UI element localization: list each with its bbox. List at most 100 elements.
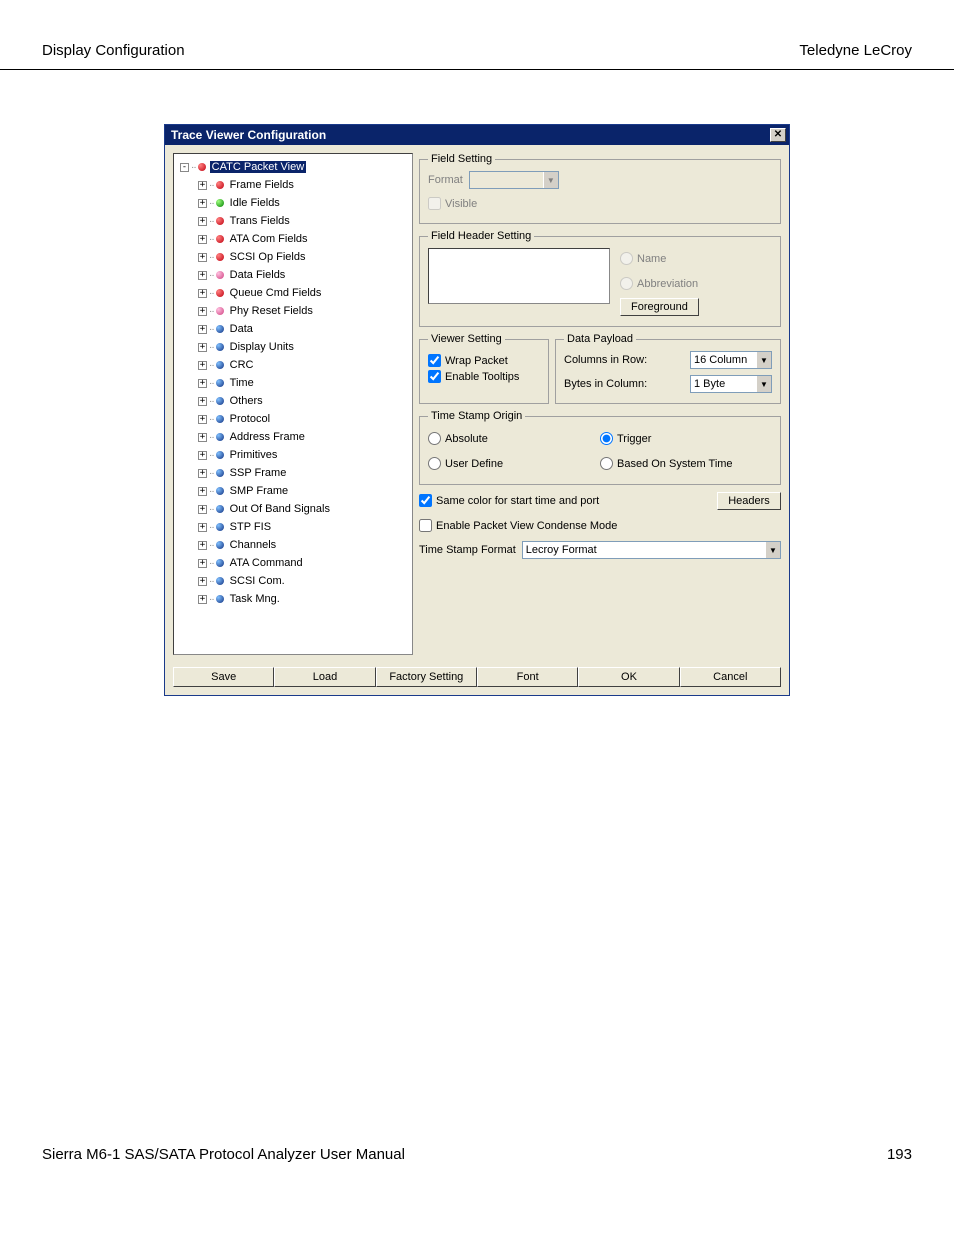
expand-icon[interactable]: +	[198, 343, 207, 352]
tree-item-label[interactable]: CRC	[228, 359, 256, 371]
tree-item-label[interactable]: ATA Com Fields	[228, 233, 310, 245]
tree-item[interactable]: +··Data	[176, 320, 410, 338]
columns-combo[interactable]: 16 Column▼	[690, 351, 772, 369]
expand-icon[interactable]: +	[198, 487, 207, 496]
ok-button[interactable]: OK	[578, 667, 679, 687]
tree-root-label[interactable]: CATC Packet View	[210, 161, 307, 173]
tree-item[interactable]: +··SCSI Com.	[176, 572, 410, 590]
bullet-icon	[216, 469, 224, 477]
load-button[interactable]: Load	[274, 667, 375, 687]
tree-item[interactable]: +··ATA Command	[176, 554, 410, 572]
expand-icon[interactable]: +	[198, 595, 207, 604]
tree-item[interactable]: +··Channels	[176, 536, 410, 554]
tree-item-label[interactable]: Address Frame	[228, 431, 307, 443]
expand-icon[interactable]: +	[198, 541, 207, 550]
tree-item-label[interactable]: STP FIS	[228, 521, 273, 533]
tree-item-label[interactable]: Channels	[228, 539, 278, 551]
headers-button[interactable]: Headers	[717, 492, 781, 510]
expand-icon[interactable]: +	[198, 325, 207, 334]
expand-icon[interactable]: +	[198, 181, 207, 190]
expand-icon[interactable]: +	[198, 379, 207, 388]
expand-icon[interactable]: +	[198, 505, 207, 514]
tree-item-label[interactable]: Primitives	[228, 449, 280, 461]
close-icon[interactable]: ✕	[770, 128, 786, 142]
expand-icon[interactable]: +	[198, 559, 207, 568]
tree-item-label[interactable]: Data	[228, 323, 255, 335]
tree-item-label[interactable]: SSP Frame	[228, 467, 289, 479]
user-define-radio[interactable]	[428, 457, 441, 470]
expand-icon[interactable]: +	[198, 523, 207, 532]
tree-item[interactable]: +··CRC	[176, 356, 410, 374]
tree-panel[interactable]: - ·· CATC Packet View +··Frame Fields+··…	[173, 153, 413, 655]
system-time-radio[interactable]	[600, 457, 613, 470]
tree-item-label[interactable]: Others	[228, 395, 265, 407]
tree-item-label[interactable]: Display Units	[228, 341, 296, 353]
expand-icon[interactable]: +	[198, 307, 207, 316]
cancel-button[interactable]: Cancel	[680, 667, 781, 687]
expand-icon[interactable]: +	[198, 361, 207, 370]
ts-format-combo[interactable]: Lecroy Format▼	[522, 541, 781, 559]
tree-item[interactable]: +··STP FIS	[176, 518, 410, 536]
tree-item-label[interactable]: SMP Frame	[228, 485, 290, 497]
tree-item[interactable]: +··Out Of Band Signals	[176, 500, 410, 518]
expand-icon[interactable]: +	[198, 397, 207, 406]
expand-icon[interactable]: +	[198, 235, 207, 244]
data-payload-legend: Data Payload	[564, 333, 636, 345]
expand-icon[interactable]: +	[198, 469, 207, 478]
tree-item[interactable]: +··Others	[176, 392, 410, 410]
tree-item-label[interactable]: Out Of Band Signals	[228, 503, 332, 515]
tree-item[interactable]: +··Phy Reset Fields	[176, 302, 410, 320]
tree-item[interactable]: +··SCSI Op Fields	[176, 248, 410, 266]
font-button[interactable]: Font	[477, 667, 578, 687]
expand-icon[interactable]: +	[198, 217, 207, 226]
tree-item-label[interactable]: Time	[228, 377, 256, 389]
tree-item[interactable]: +··Data Fields	[176, 266, 410, 284]
tree-item-label[interactable]: Data Fields	[228, 269, 288, 281]
tree-item-label[interactable]: Idle Fields	[228, 197, 282, 209]
foreground-button[interactable]: Foreground	[620, 298, 699, 316]
save-button[interactable]: Save	[173, 667, 274, 687]
titlebar[interactable]: Trace Viewer Configuration ✕	[165, 125, 789, 145]
expand-icon[interactable]: +	[198, 451, 207, 460]
tree-item[interactable]: +··Display Units	[176, 338, 410, 356]
bullet-icon	[216, 361, 224, 369]
tree-item-label[interactable]: ATA Command	[228, 557, 305, 569]
tree-item[interactable]: +··Idle Fields	[176, 194, 410, 212]
tree-item[interactable]: +··Primitives	[176, 446, 410, 464]
tree-item-label[interactable]: SCSI Op Fields	[228, 251, 308, 263]
tree-item-label[interactable]: Phy Reset Fields	[228, 305, 315, 317]
tree-item[interactable]: +··Trans Fields	[176, 212, 410, 230]
tree-root[interactable]: - ·· CATC Packet View	[176, 158, 410, 176]
expand-icon[interactable]: +	[198, 289, 207, 298]
condense-checkbox[interactable]	[419, 519, 432, 532]
tree-item[interactable]: +··Address Frame	[176, 428, 410, 446]
tree-item[interactable]: +··Frame Fields	[176, 176, 410, 194]
absolute-radio[interactable]	[428, 432, 441, 445]
tree-item-label[interactable]: Trans Fields	[228, 215, 292, 227]
bytes-combo[interactable]: 1 Byte▼	[690, 375, 772, 393]
tree-item[interactable]: +··Time	[176, 374, 410, 392]
expand-icon[interactable]: +	[198, 253, 207, 262]
tree-item-label[interactable]: SCSI Com.	[228, 575, 287, 587]
tree-item-label[interactable]: Queue Cmd Fields	[228, 287, 324, 299]
expand-icon[interactable]: +	[198, 415, 207, 424]
factory-button[interactable]: Factory Setting	[376, 667, 477, 687]
tree-item[interactable]: +··Task Mng.	[176, 590, 410, 608]
tree-item[interactable]: +··Protocol	[176, 410, 410, 428]
same-color-checkbox[interactable]	[419, 494, 432, 507]
tree-item[interactable]: +··SSP Frame	[176, 464, 410, 482]
trigger-radio[interactable]	[600, 432, 613, 445]
collapse-icon[interactable]: -	[180, 163, 189, 172]
expand-icon[interactable]: +	[198, 433, 207, 442]
tree-item[interactable]: +··SMP Frame	[176, 482, 410, 500]
wrap-packet-checkbox[interactable]	[428, 354, 441, 367]
tree-item[interactable]: +··ATA Com Fields	[176, 230, 410, 248]
tree-item-label[interactable]: Frame Fields	[228, 179, 296, 191]
tree-item-label[interactable]: Task Mng.	[228, 593, 282, 605]
expand-icon[interactable]: +	[198, 199, 207, 208]
tooltips-checkbox[interactable]	[428, 370, 441, 383]
expand-icon[interactable]: +	[198, 577, 207, 586]
expand-icon[interactable]: +	[198, 271, 207, 280]
tree-item[interactable]: +··Queue Cmd Fields	[176, 284, 410, 302]
tree-item-label[interactable]: Protocol	[228, 413, 272, 425]
